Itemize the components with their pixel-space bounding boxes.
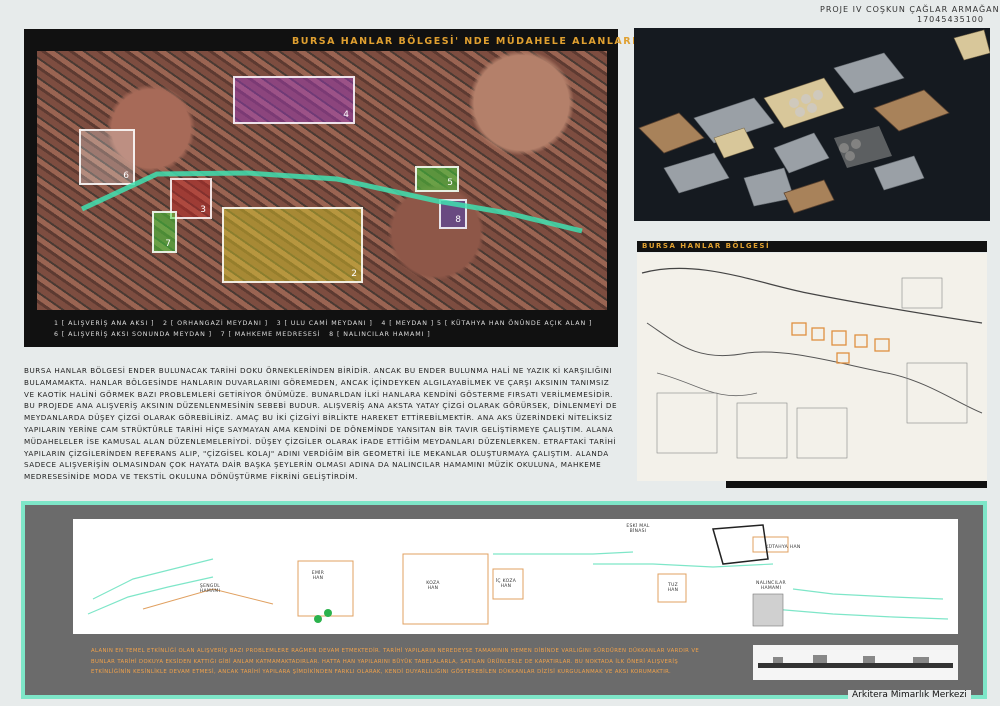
label-kutahya: KÜTAHYA HAN [765, 545, 801, 550]
student-number: 17045435100 [917, 15, 984, 24]
legend-line-1: 1 [ ALIŞVERİŞ ANA AKSI ] 2 [ ORHANGAZİ M… [54, 320, 593, 327]
label-sengul: ŞENGÜL HAMAMI [199, 584, 221, 594]
label-ic-koza: İÇ KOZA HAN [495, 579, 517, 589]
description-text: BURSA HANLAR BÖLGESİ ENDER BULUNACAK TAR… [24, 366, 618, 482]
shopping-axis [80, 170, 583, 234]
sketch-panel-title: BURSA HANLAR BÖLGESİ [642, 242, 771, 250]
credit: Arkitera Mimarlık Merkezi [848, 690, 971, 700]
panel-title: BURSA HANLAR BÖLGESİ' NDE MÜDAHELE ALANL… [292, 36, 638, 47]
site-plan: ESKİ MAL BİNASI KÜTAHYA HAN EMİR HAN KOZ… [73, 519, 958, 634]
aerial-photo: 6 4 3 2 7 5 8 [37, 51, 607, 310]
street-elevation [753, 645, 958, 680]
sketch-sheet [637, 253, 987, 481]
sketch-panel-footer [726, 481, 987, 488]
project-author: PROJE IV COŞKUN ÇAĞLAR ARMAĞAN [820, 5, 1000, 14]
label-eski-mal: ESKİ MAL BİNASI [626, 524, 650, 534]
label-nalincilar: NALINCILAR HAMAMI [756, 581, 786, 591]
legend-line-2: 6 [ ALIŞVERİŞ AKSI SONUNDA MEYDAN ] 7 [ … [54, 331, 431, 338]
label-tuz: TUZ HAN [667, 583, 679, 593]
label-emir: EMİR HAN [311, 571, 325, 581]
site-plan-description: ALANIN EN TEMEL ETKİNLİĞİ OLAN ALIŞVERİŞ… [91, 648, 700, 675]
label-koza: KOZA HAN [426, 581, 440, 591]
model-render [634, 28, 991, 221]
